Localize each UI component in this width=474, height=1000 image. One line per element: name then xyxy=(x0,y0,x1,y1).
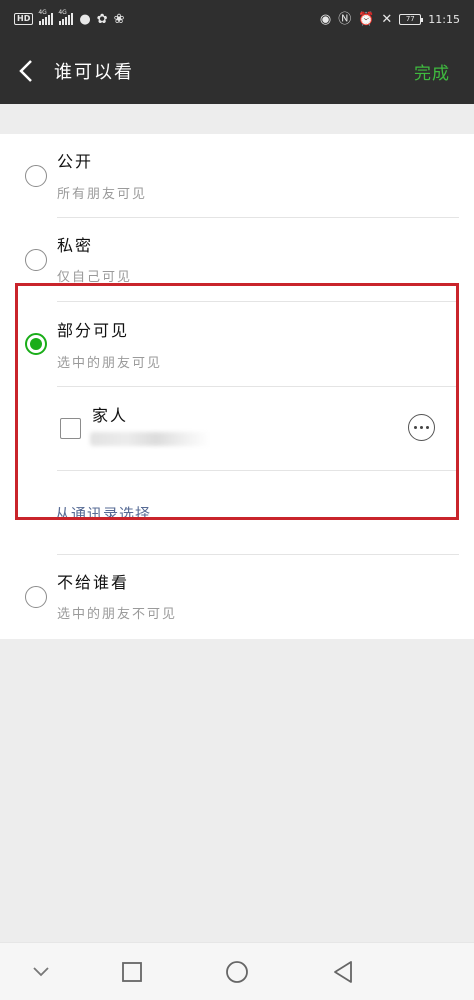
status-bar: HD 4G 4G ● ✿ ❀ ◉ Ⓝ ⏰ ✕ 77 11:15 xyxy=(0,0,474,38)
alarm-icon: ⏰ xyxy=(358,11,375,27)
eye-icon: ◉ xyxy=(319,11,332,27)
signal-icon: 4G xyxy=(38,9,54,25)
clock: 11:15 xyxy=(428,12,460,26)
nav-circle-icon xyxy=(226,961,248,983)
highlight-box xyxy=(15,283,459,520)
nav-home-button[interactable] xyxy=(222,957,252,987)
divider xyxy=(57,217,459,218)
mute-icon: ✕ xyxy=(381,11,393,27)
hd-badge: HD xyxy=(14,13,34,25)
nav-back-triangle-icon xyxy=(334,961,352,983)
app-notification-icon-2: ❀ xyxy=(113,11,125,27)
chevron-left-icon xyxy=(19,60,32,82)
system-nav-bar xyxy=(0,942,474,1000)
option-title: 公开 xyxy=(57,152,94,171)
nfc-icon: Ⓝ xyxy=(338,11,352,27)
radio-hide-from[interactable] xyxy=(25,586,47,608)
radio-public[interactable] xyxy=(25,165,47,187)
title-bar: 谁可以看 完成 xyxy=(0,38,474,104)
app-notification-icon: ✿ xyxy=(96,11,108,27)
battery-icon: 77 xyxy=(399,13,424,25)
option-title: 私密 xyxy=(57,236,94,255)
signal-icon-2: 4G xyxy=(58,9,74,25)
back-button[interactable] xyxy=(0,38,52,104)
link-clip-mask xyxy=(0,520,474,554)
divider xyxy=(57,554,459,555)
nav-back-button[interactable] xyxy=(328,957,358,987)
nav-recents-button[interactable] xyxy=(117,957,147,987)
nav-down-button[interactable] xyxy=(26,957,56,987)
option-subtitle: 所有朋友可见 xyxy=(57,187,148,202)
option-title: 不给谁看 xyxy=(57,573,130,592)
nav-down-icon xyxy=(33,967,49,977)
chat-bubble-icon: ● xyxy=(79,11,91,27)
nav-square-icon xyxy=(122,962,142,982)
radio-private[interactable] xyxy=(25,249,47,271)
option-subtitle: 选中的朋友不可见 xyxy=(57,607,178,622)
done-button[interactable]: 完成 xyxy=(414,59,474,84)
page-title: 谁可以看 xyxy=(54,62,134,83)
